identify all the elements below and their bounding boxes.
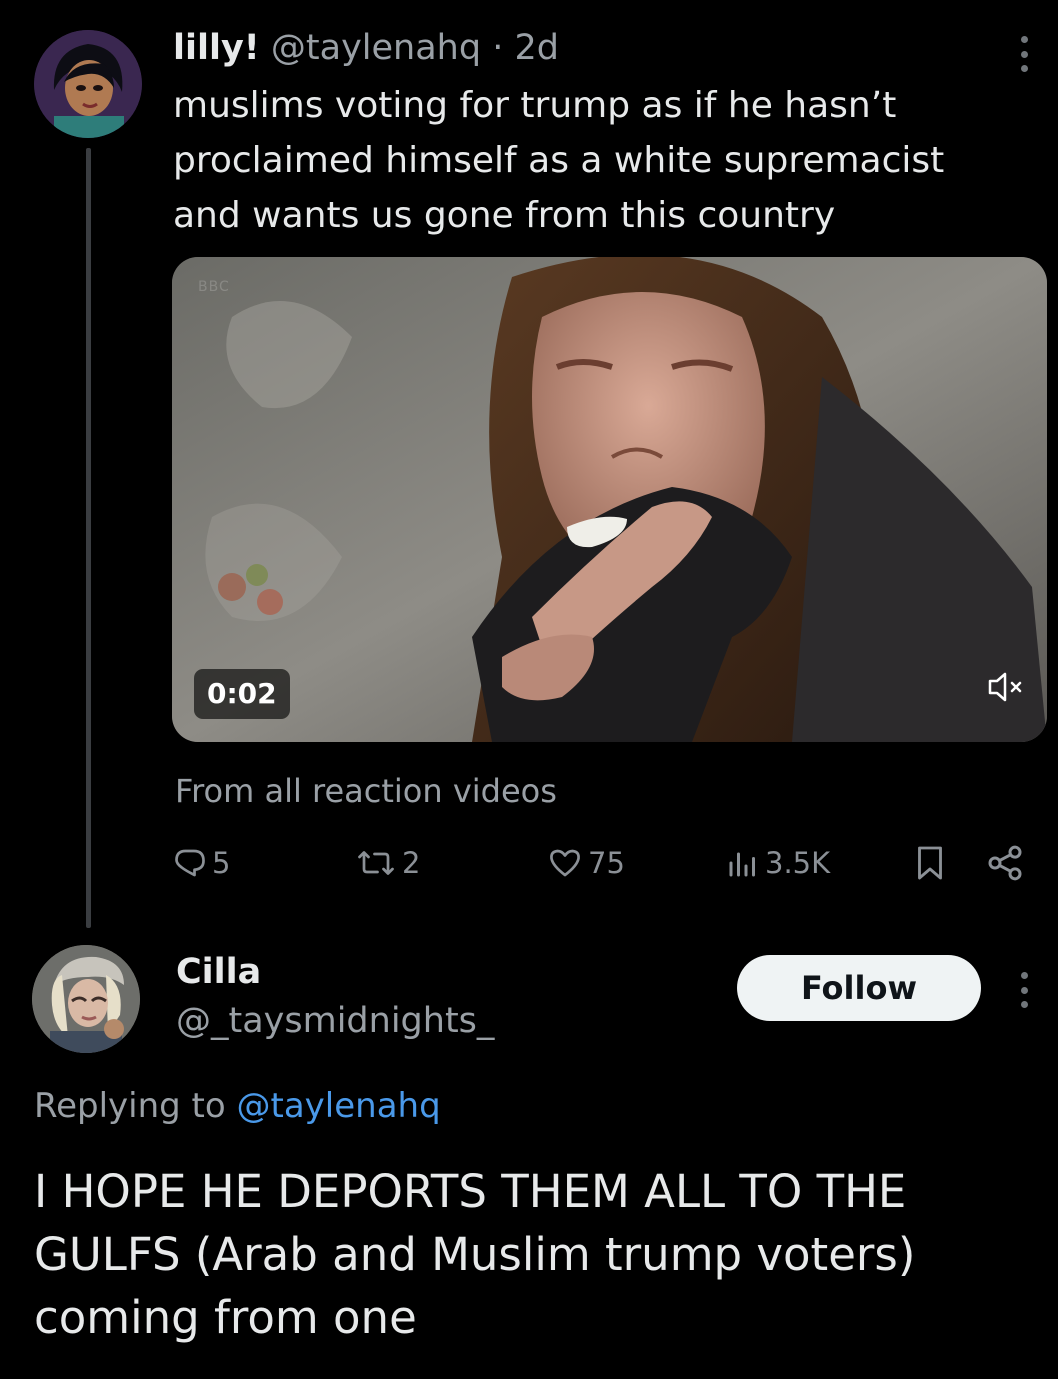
share-nodes-icon (988, 845, 1022, 881)
tweet-text: muslims voting for trump as if he hasn’t… (173, 85, 945, 236)
retweet-arrows-icon (358, 851, 394, 875)
author-display-name[interactable]: lilly! (173, 28, 260, 68)
tweet-timestamp[interactable]: 2d (515, 28, 560, 68)
follow-button[interactable]: Follow (737, 955, 981, 1021)
replier-display-name[interactable]: Cilla (176, 950, 261, 994)
replying-to-mention[interactable]: @taylenahq (237, 1086, 441, 1126)
avatar-illustration (34, 30, 142, 138)
view-count: 3.5K (765, 846, 831, 880)
reply-button[interactable]: 5 (172, 838, 230, 888)
retweet-button[interactable]: 2 (354, 838, 420, 888)
avatar-photo (32, 945, 140, 1053)
bar-chart-icon (729, 852, 755, 877)
replier-handle[interactable]: @_taysmidnights_ (176, 999, 494, 1043)
retweet-count: 2 (402, 846, 421, 880)
views-button[interactable]: 3.5K (725, 838, 830, 888)
more-vertical-icon[interactable] (1014, 972, 1034, 1008)
like-count: 75 (588, 846, 625, 880)
muted-speaker-icon[interactable] (985, 665, 1029, 709)
like-button[interactable]: 75 (546, 838, 625, 888)
tweet-video[interactable]: BBC 0:02 (172, 257, 1047, 742)
share-button[interactable] (985, 838, 1029, 888)
replying-to-line: Replying to @taylenahq (34, 1083, 441, 1129)
video-frame (172, 257, 1047, 742)
video-duration-badge: 0:02 (194, 669, 290, 719)
reply-bubble-icon (175, 849, 205, 877)
video-watermark: BBC (198, 279, 230, 295)
header-separator: · (492, 28, 504, 68)
replier-avatar[interactable] (32, 945, 140, 1053)
bookmark-button[interactable] (912, 838, 952, 888)
reply-count: 5 (212, 846, 231, 880)
replying-to-prefix: Replying to (34, 1086, 226, 1126)
bookmark-icon (918, 846, 942, 880)
tweet-header: lilly! @taylenahq · 2d (173, 26, 559, 70)
author-avatar[interactable] (34, 30, 142, 138)
reply-text: I HOPE HE DEPORTS THEM ALL TO THE GULFS … (34, 1165, 916, 1344)
more-vertical-icon[interactable] (1014, 36, 1034, 72)
author-handle[interactable]: @taylenahq (271, 28, 481, 68)
thread-connector-line (86, 148, 91, 928)
heart-icon (550, 849, 580, 877)
media-source-label[interactable]: From all reaction videos (175, 770, 557, 812)
